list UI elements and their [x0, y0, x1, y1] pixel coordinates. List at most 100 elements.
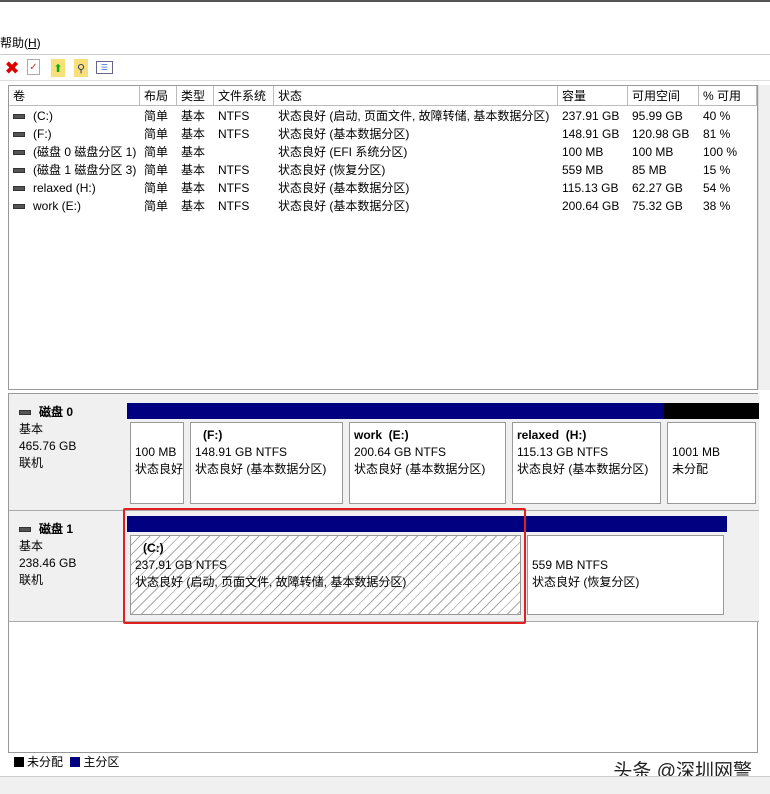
disk-name: 磁盘 0: [39, 405, 74, 419]
table-cell: 状态良好 (恢复分区): [274, 161, 385, 179]
volume-icon: [13, 186, 25, 192]
disk-type: 基本: [19, 539, 44, 553]
disk-icon: [19, 527, 31, 533]
partition-title: [135, 427, 179, 444]
partition-recovery[interactable]: 559 MB NTFS 状态良好 (恢复分区): [524, 516, 727, 618]
cell-text: 559 MB: [562, 163, 604, 177]
unallocated-swatch: [14, 757, 24, 767]
table-cell: 基本: [177, 179, 205, 197]
table-cell: 基本: [177, 197, 205, 215]
table-cell: NTFS: [214, 197, 249, 215]
cell-text: 54 %: [703, 181, 731, 195]
partition-size: 115.13 GB NTFS: [517, 445, 609, 459]
menu-help-suffix: ): [36, 36, 41, 50]
open-icon[interactable]: ⬆: [51, 59, 65, 77]
partition-bar: [664, 403, 759, 419]
menu-bar: 帮助(H): [0, 33, 770, 53]
cell-text: 基本: [181, 163, 206, 177]
partition-bar: [187, 403, 346, 419]
col-status[interactable]: 状态: [274, 86, 558, 106]
table-cell: (磁盘 1 磁盘分区 3): [9, 161, 136, 179]
delete-icon[interactable]: ✖: [3, 58, 21, 78]
table-cell: [214, 143, 218, 161]
status-bar: [0, 776, 770, 794]
table-cell: (磁盘 0 磁盘分区 1): [9, 143, 136, 161]
disk-0-label[interactable]: 磁盘 0 基本 465.76 GB 联机: [19, 404, 76, 472]
cell-text: 81 %: [703, 127, 731, 141]
partition-status: 未分配: [672, 462, 709, 476]
cell-text: 100 %: [703, 145, 738, 159]
cell-text: 简单: [144, 109, 169, 123]
table-cell: 75.32 GB: [628, 197, 683, 215]
col-capacity[interactable]: 容量: [558, 86, 628, 106]
cell-text: 简单: [144, 181, 169, 195]
cell-text: 115.13 GB: [562, 181, 619, 195]
partition-unallocated[interactable]: 1001 MB 未分配: [664, 403, 759, 507]
cell-text: relaxed (H:): [33, 181, 96, 195]
partition-e[interactable]: work (E:) 200.64 GB NTFS 状态良好 (基本数据分区): [346, 403, 509, 507]
volume-icon: [13, 132, 25, 138]
cell-text: 状态良好 (EFI 系统分区): [278, 145, 408, 159]
cell-text: 状态良好 (启动, 页面文件, 故障转储, 基本数据分区): [278, 109, 550, 123]
table-cell: 15 %: [699, 161, 730, 179]
cell-text: NTFS: [218, 199, 250, 213]
partition-size: 559 MB NTFS: [532, 558, 609, 572]
table-cell: 简单: [140, 161, 168, 179]
disk-1-label[interactable]: 磁盘 1 基本 238.46 GB 联机: [19, 521, 76, 589]
table-cell: 81 %: [699, 125, 730, 143]
table-cell: 40 %: [699, 107, 730, 125]
cell-text: NTFS: [218, 181, 250, 195]
cell-text: 38 %: [703, 199, 731, 213]
disk-icon: [19, 410, 31, 416]
table-cell: 状态良好 (EFI 系统分区): [274, 143, 407, 161]
cell-text: 基本: [181, 199, 206, 213]
cell-text: (C:): [33, 109, 53, 123]
menu-help-label: 帮助(: [0, 36, 28, 50]
col-volume[interactable]: 卷: [9, 86, 140, 106]
menu-help[interactable]: 帮助(H): [0, 36, 41, 50]
table-cell: 状态良好 (基本数据分区): [274, 125, 409, 143]
col-free-space[interactable]: 可用空间: [628, 86, 699, 106]
selection-highlight: [123, 508, 526, 624]
primary-swatch: [70, 757, 81, 767]
col-type[interactable]: 类型: [177, 86, 214, 106]
cell-text: 85 MB: [632, 163, 667, 177]
cell-text: NTFS: [218, 127, 250, 141]
table-cell: 基本: [177, 143, 205, 161]
partition-size: 148.91 GB NTFS: [195, 445, 288, 459]
partition-title: (F:): [203, 428, 223, 442]
cell-text: (磁盘 1 磁盘分区 3): [33, 163, 137, 177]
disk-graphical-view: 磁盘 0 基本 465.76 GB 联机 100 MB 状态良好 (F:) 148.…: [8, 393, 759, 753]
table-cell: NTFS: [214, 179, 249, 197]
table-cell: 148.91 GB: [558, 125, 619, 143]
legend-primary: 主分区: [83, 755, 120, 769]
partition-f[interactable]: (F:) 148.91 GB NTFS 状态良好 (基本数据分区): [187, 403, 346, 507]
table-cell: work (E:): [9, 197, 81, 215]
explore-icon[interactable]: ⚲: [74, 59, 88, 77]
partition-title: relaxed (H:): [517, 428, 587, 442]
partition-box: 1001 MB 未分配: [667, 422, 756, 504]
partition-h[interactable]: relaxed (H:) 115.13 GB NTFS 状态良好 (基本数据分区): [509, 403, 664, 507]
cell-text: 简单: [144, 127, 169, 141]
disk-status: 联机: [19, 573, 44, 587]
table-cell: 简单: [140, 197, 168, 215]
table-cell: 简单: [140, 179, 168, 197]
settings-icon[interactable]: ☰: [96, 61, 113, 74]
table-cell: 简单: [140, 143, 168, 161]
partition-box: relaxed (H:) 115.13 GB NTFS 状态良好 (基本数据分区): [512, 422, 661, 504]
table-cell: 120.98 GB: [628, 125, 689, 143]
table-cell: 559 MB: [558, 161, 603, 179]
table-cell: NTFS: [214, 125, 249, 143]
table-cell: 100 MB: [558, 143, 603, 161]
cell-text: NTFS: [218, 109, 250, 123]
partition-status: 状态良好 (基本数据分区): [354, 462, 486, 476]
col-layout[interactable]: 布局: [140, 86, 177, 106]
partition-status: 状态良好: [135, 462, 184, 476]
table-scrollbar[interactable]: [758, 85, 770, 390]
table-cell: 38 %: [699, 197, 730, 215]
volume-icon: [13, 114, 25, 120]
properties-icon[interactable]: ✓: [27, 59, 40, 75]
col-percent-free[interactable]: % 可用: [699, 86, 757, 106]
col-filesystem[interactable]: 文件系统: [214, 86, 274, 106]
partition-efi[interactable]: 100 MB 状态良好: [127, 403, 187, 507]
